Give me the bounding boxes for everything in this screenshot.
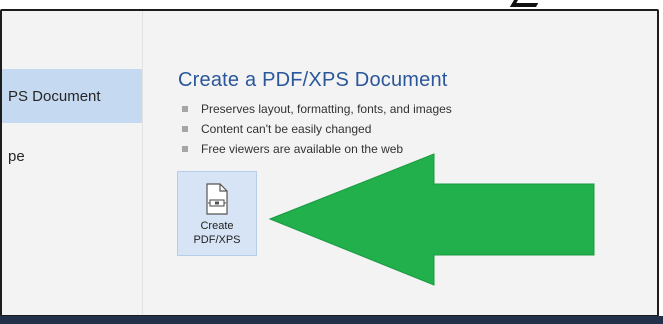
sidebar-item-change-file-type[interactable]: pe (2, 129, 142, 183)
arrow-left-icon (268, 153, 595, 286)
create-pdf-xps-button[interactable]: Create PDF/XPS (177, 171, 257, 256)
main-content: Create a PDF/XPS Document Preserves layo… (178, 69, 452, 159)
sidebar-item-pdf-xps-document[interactable]: PS Document (2, 69, 142, 123)
bullet-square-icon (182, 106, 188, 112)
create-button-label: Create PDF/XPS (193, 220, 241, 246)
partial-glyph (509, 0, 541, 7)
green-arrow-annotation (268, 153, 595, 286)
list-item: Content can't be easily changed (178, 119, 452, 139)
list-item: Preserves layout, formatting, fonts, and… (178, 99, 452, 119)
pdf-document-icon (206, 183, 228, 215)
sidebar-item-label: PS Document (8, 87, 101, 105)
bullet-square-icon (182, 126, 188, 132)
export-sidebar: PS Document pe (2, 11, 143, 315)
bottom-shadow (0, 316, 663, 324)
page-title: Create a PDF/XPS Document (178, 69, 448, 91)
sidebar-item-label: pe (8, 147, 25, 165)
bullet-square-icon (182, 146, 188, 152)
feature-list: Preserves layout, formatting, fonts, and… (178, 99, 452, 159)
